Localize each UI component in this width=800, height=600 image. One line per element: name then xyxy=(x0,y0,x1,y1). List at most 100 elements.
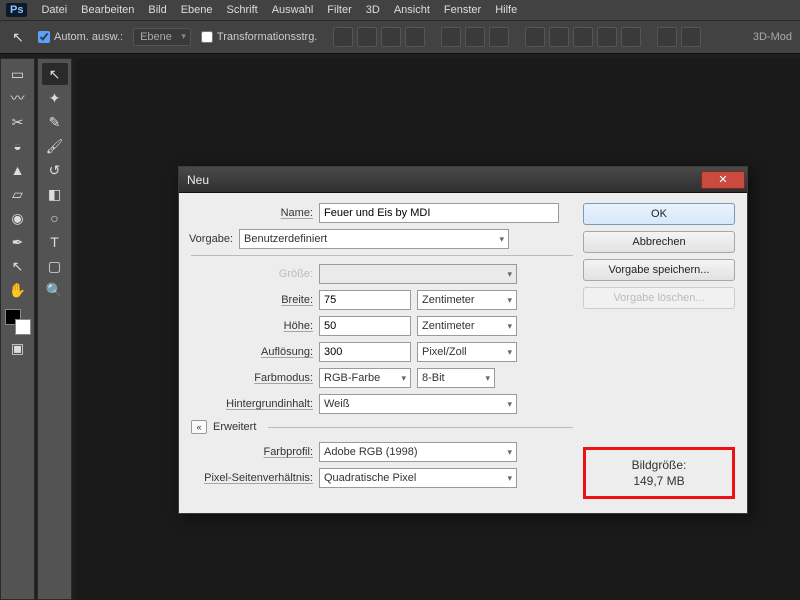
background-label: Hintergrundinhalt: xyxy=(191,398,313,410)
align-icon[interactable] xyxy=(405,27,425,47)
width-unit-dropdown[interactable]: Zentimeter xyxy=(417,290,517,310)
quick-mask-icon[interactable]: ▣ xyxy=(5,337,31,359)
gradient-tool-icon[interactable]: ◧ xyxy=(42,183,68,205)
align-icon[interactable] xyxy=(489,27,509,47)
history-brush-tool-icon[interactable]: ↺ xyxy=(42,159,68,181)
options-bar: ↖ Autom. ausw.: Ebene Transformationsstr… xyxy=(0,20,800,54)
menu-3d[interactable]: 3D xyxy=(366,4,380,16)
auto-select-target-dropdown[interactable]: Ebene xyxy=(133,28,191,46)
background-dropdown[interactable]: Weiß xyxy=(319,394,517,414)
dialog-close-button[interactable]: ✕ xyxy=(701,171,745,189)
move-tool-icon[interactable]: ↖ xyxy=(42,63,68,85)
align-icon[interactable] xyxy=(357,27,377,47)
blur-tool-icon[interactable]: ◉ xyxy=(5,207,31,229)
bitdepth-dropdown[interactable]: 8-Bit xyxy=(417,368,495,388)
background-swatch[interactable] xyxy=(15,319,31,335)
marquee-tool-icon[interactable]: ▭ xyxy=(5,63,31,85)
magic-wand-tool-icon[interactable]: ✦ xyxy=(42,87,68,109)
color-swatches[interactable] xyxy=(5,309,31,335)
align-group-1 xyxy=(333,27,425,47)
transform-controls-checkbox[interactable]: Transformationsstrg. xyxy=(201,31,317,43)
save-preset-button[interactable]: Vorgabe speichern... xyxy=(583,259,735,281)
preset-label: Vorgabe: xyxy=(151,233,233,245)
eyedropper-tool-icon[interactable]: ✎ xyxy=(42,111,68,133)
lasso-tool-icon[interactable]: 〰 xyxy=(5,87,31,109)
pixelaspect-dropdown[interactable]: Quadratische Pixel xyxy=(319,468,517,488)
align-icon[interactable] xyxy=(465,27,485,47)
pixelaspect-label: Pixel-Seitenverhältnis: xyxy=(191,472,313,484)
stamp-tool-icon[interactable]: ▲ xyxy=(5,159,31,181)
distribute-icon[interactable] xyxy=(573,27,593,47)
pen-tool-icon[interactable]: ✒ xyxy=(5,231,31,253)
menu-auswahl[interactable]: Auswahl xyxy=(272,4,314,16)
menu-fenster[interactable]: Fenster xyxy=(444,4,481,16)
menu-filter[interactable]: Filter xyxy=(327,4,351,16)
align-icon[interactable] xyxy=(333,27,353,47)
name-input[interactable] xyxy=(319,203,559,223)
dodge-tool-icon[interactable]: ○ xyxy=(42,207,68,229)
chevron-up-icon: « xyxy=(191,420,207,434)
brush-tool-icon[interactable]: 🖌 xyxy=(42,135,68,157)
distribute-icon[interactable] xyxy=(597,27,617,47)
dialog-title: Neu xyxy=(187,173,209,187)
auto-select-checkbox[interactable]: Autom. ausw.: xyxy=(38,31,123,43)
colorprofile-label: Farbprofil: xyxy=(191,446,313,458)
crop-tool-icon[interactable]: ✂ xyxy=(5,111,31,133)
height-input[interactable] xyxy=(319,316,411,336)
auto-select-label: Autom. ausw.: xyxy=(54,31,123,43)
new-document-dialog: Neu ✕ Name: Vorgabe: Benutzerdefiniert G… xyxy=(178,166,748,514)
ok-button[interactable]: OK xyxy=(583,203,735,225)
resolution-unit-dropdown[interactable]: Pixel/Zoll xyxy=(417,342,517,362)
colorprofile-dropdown[interactable]: Adobe RGB (1998) xyxy=(319,442,517,462)
advanced-label: Erweitert xyxy=(213,421,256,433)
menu-schrift[interactable]: Schrift xyxy=(227,4,258,16)
type-tool-icon[interactable]: T xyxy=(42,231,68,253)
preset-dropdown[interactable]: Benutzerdefiniert xyxy=(239,229,509,249)
align-icon[interactable] xyxy=(441,27,461,47)
menu-ebene[interactable]: Ebene xyxy=(181,4,213,16)
misc-group xyxy=(657,27,701,47)
menu-hilfe[interactable]: Hilfe xyxy=(495,4,517,16)
transform-controls-label: Transformationsstrg. xyxy=(217,31,317,43)
zoom-tool-icon[interactable]: 🔍 xyxy=(42,279,68,301)
tools-panel: ▭ 〰 ✂ ◒ ▲ ▱ ◉ ✒ ↖ ✋ ▣ ↖ ✦ ✎ 🖌 ↺ ◧ ○ T ▢ … xyxy=(0,58,74,600)
shape-tool-icon[interactable]: ▢ xyxy=(42,255,68,277)
menu-datei[interactable]: Datei xyxy=(41,4,67,16)
dialog-buttons: OK Abbrechen Vorgabe speichern... Vorgab… xyxy=(583,203,735,499)
height-unit-dropdown[interactable]: Zentimeter xyxy=(417,316,517,336)
spot-heal-tool-icon[interactable]: ◒ xyxy=(5,135,31,157)
app-logo: Ps xyxy=(6,3,27,17)
hand-tool-icon[interactable]: ✋ xyxy=(5,279,31,301)
size-label: Größe: xyxy=(191,268,313,280)
eraser-tool-icon[interactable]: ▱ xyxy=(5,183,31,205)
misc-icon[interactable] xyxy=(657,27,677,47)
width-label: Breite: xyxy=(191,294,313,306)
image-size-value: 149,7 MB xyxy=(596,474,722,488)
dialog-titlebar[interactable]: Neu ✕ xyxy=(179,167,747,193)
misc-icon[interactable] xyxy=(681,27,701,47)
height-label: Höhe: xyxy=(191,320,313,332)
cancel-button[interactable]: Abbrechen xyxy=(583,231,735,253)
align-icon[interactable] xyxy=(381,27,401,47)
delete-preset-button: Vorgabe löschen... xyxy=(583,287,735,309)
move-tool-icon: ↖ xyxy=(8,27,28,47)
distribute-icon[interactable] xyxy=(525,27,545,47)
distribute-group xyxy=(525,27,641,47)
distribute-icon[interactable] xyxy=(621,27,641,47)
path-select-tool-icon[interactable]: ↖ xyxy=(5,255,31,277)
menu-bild[interactable]: Bild xyxy=(148,4,166,16)
close-icon: ✕ xyxy=(718,173,727,186)
colormode-dropdown[interactable]: RGB-Farbe xyxy=(319,368,411,388)
resolution-label: Auflösung: xyxy=(191,346,313,358)
name-label: Name: xyxy=(191,207,313,219)
align-group-2 xyxy=(441,27,509,47)
menu-ansicht[interactable]: Ansicht xyxy=(394,4,430,16)
dialog-fields: Name: Vorgabe: Benutzerdefiniert Größe: … xyxy=(191,203,573,499)
image-size-label: Bildgröße: xyxy=(596,458,722,472)
resolution-input[interactable] xyxy=(319,342,411,362)
width-input[interactable] xyxy=(319,290,411,310)
size-dropdown xyxy=(319,264,517,284)
distribute-icon[interactable] xyxy=(549,27,569,47)
advanced-toggle[interactable]: « Erweitert xyxy=(191,420,573,434)
menu-bearbeiten[interactable]: Bearbeiten xyxy=(81,4,134,16)
